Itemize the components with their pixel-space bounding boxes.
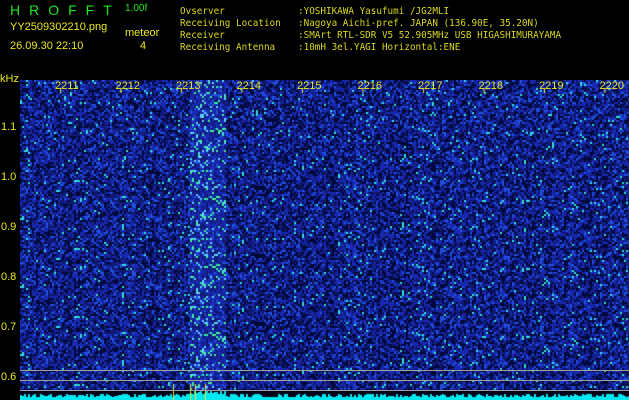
info-label: Receiving Antenna: [180, 42, 276, 53]
info-value: :10mH 3el.YAGI Horizontal:ENE: [298, 42, 461, 53]
meteor-count: 4: [140, 40, 147, 52]
y-tick-label: 1.0: [1, 171, 17, 183]
x-tick-label: 2212: [115, 80, 140, 92]
x-tick-label: 2214: [236, 80, 261, 92]
y-tick-label: 0.7: [1, 321, 17, 333]
info-location: Receiving Location :Nagoya Aichi-pref. JA…: [180, 18, 539, 29]
y-tick-label: 1.1: [1, 121, 17, 133]
x-tick-label: 2211: [55, 80, 79, 92]
y-tick-label: 0.9: [1, 221, 17, 233]
info-antenna: Receiving Antenna :10mH 3el.YAGI Horizont…: [180, 42, 460, 53]
meteor-label: meteor: [125, 27, 160, 39]
datetime-label: 26.09.30 22:10: [10, 40, 84, 52]
filename-label: YY2509302210.png: [10, 21, 108, 33]
hrofft-window: HROFFT 1.00f YY2509302210.png meteor 26.…: [0, 0, 629, 400]
info-observer: Ovserver :YOSHIKAWA Yasufumi /JG2MLI: [180, 6, 449, 17]
y-unit-label: kHz: [0, 73, 19, 85]
spectrogram: [20, 80, 629, 400]
x-tick-label: 2215: [297, 80, 322, 92]
info-value: :SMArt RTL-SDR V5 52.905MHz USB HIGASHIM…: [298, 30, 562, 41]
x-tick-label: 2219: [539, 80, 564, 92]
x-tick-label: 2216: [357, 80, 382, 92]
info-label: Receiver: [180, 30, 225, 41]
x-tick-label: 2220: [599, 80, 624, 92]
info-value: :Nagoya Aichi-pref. JAPAN (136.90E, 35.2…: [298, 18, 539, 29]
info-label: Ovserver: [180, 6, 225, 17]
x-tick-label: 2213: [176, 80, 201, 92]
grid-line: [20, 380, 629, 381]
app-title: HROFFT: [10, 2, 121, 18]
info-receiver: Receiver :SMArt RTL-SDR V5 52.905MHz USB …: [180, 30, 561, 41]
info-value: :YOSHIKAWA Yasufumi /JG2MLI: [298, 6, 450, 17]
version-label: 1.00f: [125, 3, 148, 14]
grid-line: [20, 390, 629, 391]
y-tick-label: 0.6: [1, 371, 17, 383]
y-tick-label: 0.8: [1, 271, 17, 283]
x-tick-label: 2218: [478, 80, 503, 92]
grid-line: [20, 370, 629, 371]
x-tick-label: 2217: [418, 80, 443, 92]
info-label: Receiving Location: [180, 18, 281, 29]
